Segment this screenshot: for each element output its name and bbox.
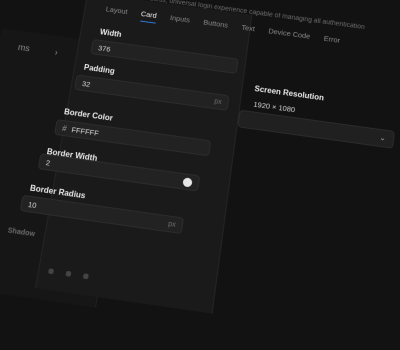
border-radius-unit: px [167, 220, 177, 229]
screen-resolution-label: Screen Resolution [254, 84, 325, 103]
shadow-option[interactable] [48, 268, 55, 275]
screen-resolution-select[interactable]: ⌄ [237, 109, 395, 149]
hash-icon: # [61, 123, 68, 133]
tab-inputs[interactable]: Inputs [169, 13, 191, 28]
tab-error[interactable]: Error [323, 34, 340, 48]
settings-scene: CTO/I(O) is a headless, universal login … [0, 0, 400, 328]
padding-unit: px [213, 97, 223, 106]
tab-text[interactable]: Text [240, 23, 255, 37]
tab-card[interactable]: Card [139, 9, 158, 24]
border-color-value-wrap: # FFFFFF [62, 123, 100, 137]
padding-value: 32 [81, 78, 92, 89]
border-width-value: 2 [45, 157, 51, 168]
tab-device-code[interactable]: Device Code [267, 27, 311, 45]
chevron-down-icon[interactable]: ⌄ [379, 133, 387, 143]
border-color-value: FFFFFF [70, 124, 100, 138]
sidebar-item-label[interactable]: ms [17, 42, 30, 53]
width-value: 376 [97, 43, 112, 54]
toggle-icon[interactable] [182, 176, 193, 188]
shadow-option[interactable] [82, 273, 89, 280]
shadow-option[interactable] [65, 270, 72, 277]
border-radius-value: 10 [27, 199, 38, 210]
chevron-right-icon[interactable]: › [54, 47, 63, 57]
